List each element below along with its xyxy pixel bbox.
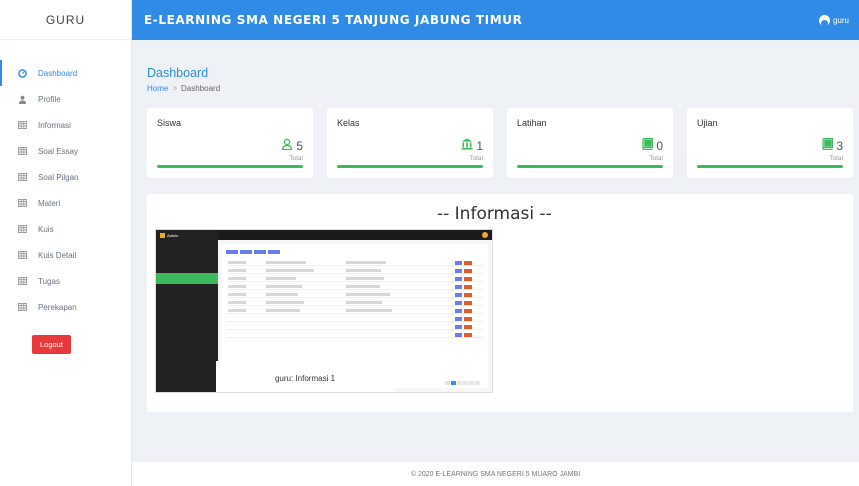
user-icon bbox=[15, 92, 29, 106]
footer: © 2020 E-LEARNING SMA NEGERI 5 MUARO JAM… bbox=[132, 462, 859, 486]
book-icon bbox=[642, 137, 654, 153]
sidebar-item-label: Dashboard bbox=[38, 68, 78, 78]
user-outline-icon bbox=[281, 138, 293, 153]
table-icon bbox=[15, 274, 29, 288]
card-progress-bar bbox=[697, 165, 843, 168]
sidebar-item-label: Soal Pilgan bbox=[38, 172, 79, 182]
card-progress-bar bbox=[157, 165, 303, 168]
card-value-wrap: 5 bbox=[281, 138, 303, 153]
card-title: Ujian bbox=[697, 118, 718, 128]
sidebar-item-kuis[interactable]: Kuis bbox=[0, 216, 131, 242]
sidebar-item-label: Materi bbox=[38, 198, 61, 208]
sidebar-item-soal-pilgan[interactable]: Soal Pilgan bbox=[0, 164, 131, 190]
card-value: 1 bbox=[476, 138, 483, 153]
card-value: 3 bbox=[836, 138, 843, 153]
card-latihan: Latihan 0 Total bbox=[507, 108, 673, 178]
card-value: 0 bbox=[656, 138, 663, 153]
sidebar-brand: GURU bbox=[0, 0, 131, 40]
avatar-icon bbox=[818, 14, 830, 26]
sidebar-item-label: Informasi bbox=[38, 120, 71, 130]
card-kelas: Kelas 1 Total bbox=[327, 108, 493, 178]
card-siswa: Siswa 5 Total bbox=[147, 108, 313, 178]
card-value-wrap: 3 bbox=[822, 137, 843, 153]
card-subtitle: Total bbox=[829, 155, 843, 162]
sidebar-item-label: Perekapan bbox=[38, 302, 77, 312]
sidebar-item-label: Soal Essay bbox=[38, 146, 79, 156]
card-progress-bar bbox=[517, 165, 663, 168]
breadcrumb-current: Dashboard bbox=[181, 84, 221, 93]
sidebar-item-label: Kuis bbox=[38, 224, 54, 234]
sidebar-item-label: Profile bbox=[38, 94, 61, 104]
card-value-wrap: 0 bbox=[642, 137, 663, 153]
table-icon bbox=[15, 222, 29, 236]
table-icon bbox=[15, 196, 29, 210]
table-icon bbox=[15, 144, 29, 158]
sidebar-item-materi[interactable]: Materi bbox=[0, 190, 131, 216]
sidebar-item-tugas[interactable]: Tugas bbox=[0, 268, 131, 294]
stat-cards: Siswa 5 Total Kelas 1 Total Latihan 0 To… bbox=[147, 108, 853, 178]
card-progress-bar bbox=[337, 165, 483, 168]
card-title: Kelas bbox=[337, 118, 360, 128]
card-value-wrap: 1 bbox=[461, 138, 483, 153]
thumb-topbar bbox=[218, 230, 492, 240]
breadcrumb-separator: > bbox=[172, 84, 178, 93]
informasi-caption: guru: Informasi 1 bbox=[216, 361, 394, 392]
card-ujian: Ujian 3 Total bbox=[687, 108, 853, 178]
dashboard-icon bbox=[15, 66, 29, 80]
sidebar: GURU Dashboard Profile Informasi Soal Es… bbox=[0, 0, 132, 486]
sidebar-item-label: Tugas bbox=[38, 276, 60, 286]
card-subtitle: Total bbox=[649, 155, 663, 162]
sidebar-item-dashboard[interactable]: Dashboard bbox=[0, 60, 131, 86]
app-title: E-LEARNING SMA NEGERI 5 TANJUNG JABUNG T… bbox=[144, 13, 523, 27]
table-icon bbox=[15, 118, 29, 132]
card-title: Latihan bbox=[517, 118, 547, 128]
card-title: Siswa bbox=[157, 118, 182, 128]
informasi-image[interactable]: Admin guru: Informasi 1 bbox=[155, 229, 493, 393]
table-icon bbox=[15, 170, 29, 184]
top-header: E-LEARNING SMA NEGERI 5 TANJUNG JABUNG T… bbox=[132, 0, 859, 40]
card-value: 5 bbox=[296, 138, 303, 153]
sidebar-item-soal-essay[interactable]: Soal Essay bbox=[0, 138, 131, 164]
sidebar-item-informasi[interactable]: Informasi bbox=[0, 112, 131, 138]
logout-button[interactable]: Logout bbox=[32, 335, 71, 354]
informasi-heading: -- Informasi -- bbox=[437, 204, 552, 224]
thumb-sidebar: Admin bbox=[156, 230, 218, 392]
breadcrumb-home-link[interactable]: Home bbox=[147, 84, 168, 93]
informasi-panel: -- Informasi -- Admin guru: Informasi 1 bbox=[147, 194, 853, 412]
sidebar-menu: Dashboard Profile Informasi Soal Essay S… bbox=[0, 40, 131, 320]
breadcrumb: Home > Dashboard bbox=[147, 84, 220, 93]
thumb-brand: Admin bbox=[156, 230, 218, 240]
table-icon bbox=[15, 248, 29, 262]
user-name: guru bbox=[832, 15, 849, 25]
sidebar-item-label: Kuis Detail bbox=[38, 250, 77, 260]
sidebar-item-profile[interactable]: Profile bbox=[0, 86, 131, 112]
user-menu[interactable]: guru bbox=[818, 14, 849, 26]
sidebar-item-kuis-detail[interactable]: Kuis Detail bbox=[0, 242, 131, 268]
card-subtitle: Total bbox=[289, 155, 303, 162]
institution-icon bbox=[461, 138, 473, 153]
table-icon bbox=[15, 300, 29, 314]
book-icon bbox=[822, 137, 834, 153]
sidebar-item-perekapan[interactable]: Perekapan bbox=[0, 294, 131, 320]
page-title: Dashboard bbox=[147, 66, 209, 80]
card-subtitle: Total bbox=[469, 155, 483, 162]
